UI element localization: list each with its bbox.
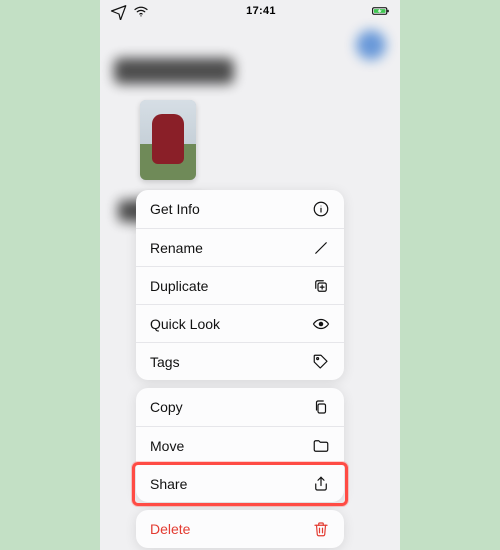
duplicate-icon bbox=[312, 277, 330, 295]
menu-label: Rename bbox=[150, 240, 203, 256]
menu-item-get-info[interactable]: Get Info bbox=[136, 190, 344, 228]
menu-label: Copy bbox=[150, 399, 183, 415]
menu-item-rename[interactable]: Rename bbox=[136, 228, 344, 266]
pencil-icon bbox=[312, 239, 330, 257]
menu-label: Share bbox=[150, 476, 187, 492]
menu-label: Tags bbox=[150, 354, 180, 370]
info-icon bbox=[312, 200, 330, 218]
copy-icon bbox=[312, 398, 330, 416]
menu-item-duplicate[interactable]: Duplicate bbox=[136, 266, 344, 304]
status-bar: 17:41 bbox=[100, 0, 400, 22]
status-left bbox=[110, 2, 150, 20]
share-icon bbox=[312, 475, 330, 493]
menu-item-move[interactable]: Move bbox=[136, 426, 344, 464]
selected-file-thumbnail[interactable] bbox=[140, 100, 196, 180]
menu-label: Delete bbox=[150, 521, 190, 537]
status-clock: 17:41 bbox=[246, 5, 276, 17]
airplane-mode-icon bbox=[110, 2, 128, 20]
wifi-icon bbox=[132, 2, 150, 20]
menu-item-copy[interactable]: Copy bbox=[136, 388, 344, 426]
menu-item-quick-look[interactable]: Quick Look bbox=[136, 304, 344, 342]
eye-icon bbox=[312, 315, 330, 333]
menu-item-tags[interactable]: Tags bbox=[136, 342, 344, 380]
folder-icon bbox=[312, 437, 330, 455]
menu-item-share[interactable]: Share bbox=[136, 464, 344, 502]
tag-icon bbox=[312, 353, 330, 371]
menu-item-delete[interactable]: Delete bbox=[136, 510, 344, 548]
menu-label: Duplicate bbox=[150, 278, 208, 294]
menu-label: Get Info bbox=[150, 201, 200, 217]
menu-group-1: Get Info Rename Duplicate Quick Look Tag… bbox=[136, 190, 344, 380]
menu-label: Quick Look bbox=[150, 316, 220, 332]
menu-group-3: Delete bbox=[136, 510, 344, 548]
context-menu: Get Info Rename Duplicate Quick Look Tag… bbox=[136, 190, 344, 548]
menu-label: Move bbox=[150, 438, 184, 454]
menu-group-2: Copy Move Share bbox=[136, 388, 344, 502]
status-right bbox=[372, 2, 390, 20]
trash-icon bbox=[312, 520, 330, 538]
battery-charging-icon bbox=[372, 2, 390, 20]
